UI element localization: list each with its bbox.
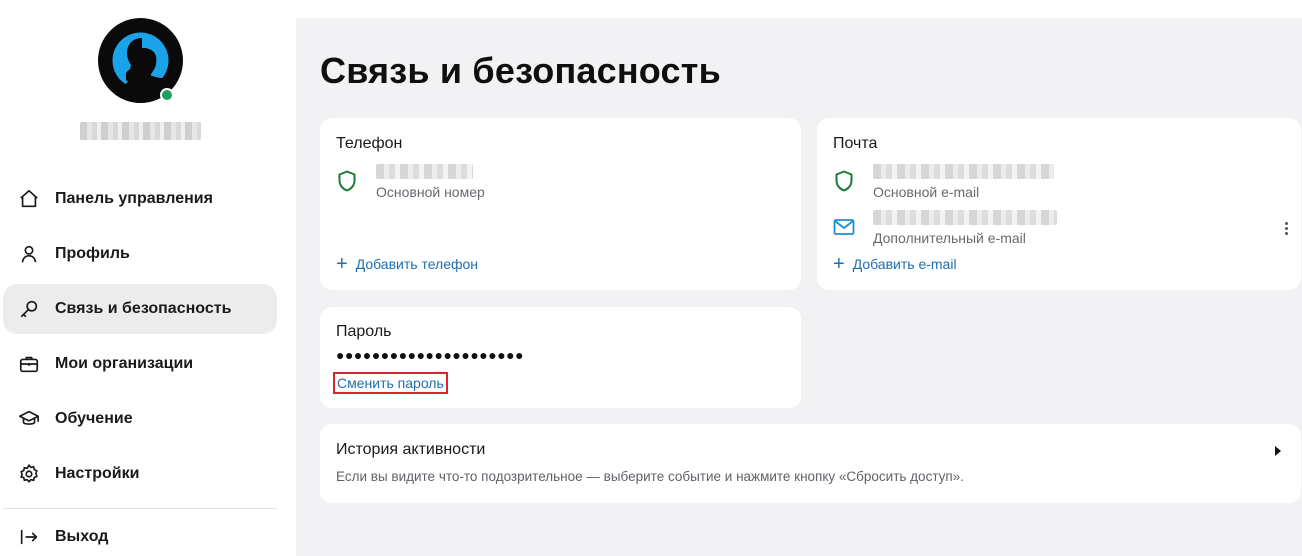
phone-card: Телефон Основной номер + Добавить телефо… [320, 118, 801, 290]
online-status-dot [160, 88, 174, 102]
key-icon [17, 297, 41, 321]
home-icon [17, 187, 41, 211]
sidebar: Панель управления Профиль Связь и безопа… [0, 0, 296, 556]
logout-button[interactable]: Выход [3, 512, 277, 556]
add-email-label: Добавить e-mail [852, 256, 957, 272]
logout-icon [17, 525, 41, 549]
add-phone-label: Добавить телефон [355, 256, 479, 272]
sidebar-item-label: Обучение [55, 410, 133, 427]
change-password-link[interactable]: Сменить пароль [333, 372, 448, 394]
mail-secondary-row: Дополнительный e-mail [833, 210, 1057, 246]
username-blurred [80, 122, 201, 140]
plus-icon: + [336, 253, 348, 275]
phone-primary-row: Основной номер [336, 164, 485, 200]
main-content: Связь и безопасность Телефон Основной но… [296, 18, 1302, 556]
sidebar-item-education[interactable]: Обучение [3, 394, 277, 444]
password-card-title: Пароль [336, 323, 392, 340]
chevron-right-icon[interactable] [1275, 446, 1281, 456]
mail-secondary-label: Дополнительный e-mail [873, 230, 1026, 246]
phone-number-blurred [376, 164, 473, 179]
sidebar-item-organizations[interactable]: Мои организации [3, 339, 277, 389]
sidebar-item-label: Панель управления [55, 190, 213, 207]
masked-password: ●●●●●●●●●●●●●●●●●●●●● [336, 347, 525, 363]
more-options-icon[interactable] [1281, 218, 1291, 238]
sidebar-item-profile[interactable]: Профиль [3, 229, 277, 279]
add-phone-link[interactable]: + Добавить телефон [336, 253, 479, 275]
sidebar-item-settings[interactable]: Настройки [3, 449, 277, 499]
activity-history-description: Если вы видите что-то подозрительное — в… [336, 469, 964, 484]
logout-label: Выход [55, 528, 109, 545]
mail-primary-row: Основной e-mail [833, 164, 1054, 200]
page-title: Связь и безопасность [320, 50, 721, 91]
secondary-email-blurred [873, 210, 1057, 225]
mail-card: Почта Основной e-mail Дополнительный e-m… [817, 118, 1301, 290]
sidebar-item-label: Настройки [55, 465, 140, 482]
activity-history-title: История активности [336, 441, 486, 458]
phone-card-title: Телефон [336, 135, 403, 152]
add-email-link[interactable]: + Добавить e-mail [833, 253, 957, 275]
gear-icon [17, 462, 41, 486]
sidebar-logout: Выход [3, 512, 277, 556]
password-card: Пароль ●●●●●●●●●●●●●●●●●●●●● Сменить пар… [320, 307, 801, 408]
shield-icon [833, 170, 855, 192]
sidebar-item-label: Профиль [55, 245, 130, 262]
sidebar-item-security[interactable]: Связь и безопасность [3, 284, 277, 334]
briefcase-icon [17, 352, 41, 376]
primary-email-blurred [873, 164, 1054, 179]
sidebar-item-dashboard[interactable]: Панель управления [3, 174, 277, 224]
sidebar-item-label: Мои организации [55, 355, 194, 372]
phone-primary-label: Основной номер [376, 184, 485, 200]
envelope-icon [833, 216, 855, 238]
plus-icon: + [833, 253, 845, 275]
user-icon [17, 242, 41, 266]
nav-divider [3, 508, 277, 509]
graduation-cap-icon [17, 407, 41, 431]
sidebar-item-label: Связь и безопасность [55, 300, 232, 317]
shield-icon [336, 170, 358, 192]
sidebar-nav: Панель управления Профиль Связь и безопа… [3, 174, 277, 504]
mail-primary-label: Основной e-mail [873, 184, 980, 200]
activity-history-card[interactable]: История активности Если вы видите что-то… [320, 424, 1301, 503]
mail-card-title: Почта [833, 135, 878, 152]
